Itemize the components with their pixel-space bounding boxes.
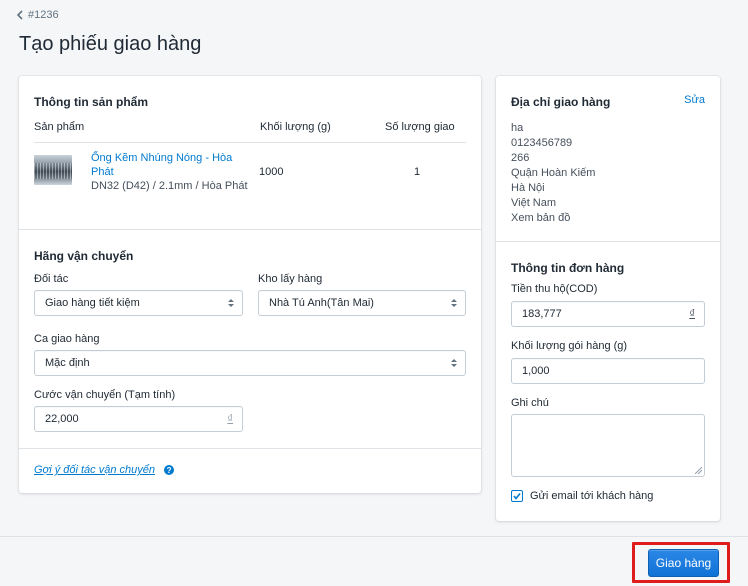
product-section-title: Thông tin sản phẩm xyxy=(34,95,148,109)
column-product: Sản phẩm xyxy=(34,121,85,133)
note-label: Ghi chú xyxy=(511,397,549,409)
column-weight: Khối lượng (g) xyxy=(260,121,331,133)
fee-currency: ₫ xyxy=(227,413,233,425)
chevron-left-icon xyxy=(16,10,23,20)
fee-label: Cước vận chuyển (Tạm tính) xyxy=(34,389,176,401)
package-weight-label: Khối lượng gói hàng (g) xyxy=(511,340,628,352)
warehouse-label: Kho lấy hàng xyxy=(258,273,323,285)
address-line: Việt Nam xyxy=(511,197,557,209)
product-name-line2: Phát xyxy=(91,166,114,178)
product-name-line1: Ống Kẽm Nhúng Nóng - Hòa xyxy=(91,152,233,164)
select-arrows-icon xyxy=(451,299,457,307)
partner-value: Giao hàng tiết kiệm xyxy=(45,297,140,309)
checkmark-icon xyxy=(513,493,521,500)
select-arrows-icon xyxy=(451,359,457,367)
cod-value: 183,777 xyxy=(522,308,562,320)
product-thumbnail xyxy=(34,155,72,185)
resize-handle-icon[interactable] xyxy=(695,467,702,474)
shift-value: Mặc định xyxy=(45,357,90,369)
section-divider xyxy=(496,241,720,242)
address-line: Quận Hoàn Kiếm xyxy=(511,167,596,179)
product-quantity: 1 xyxy=(414,166,421,178)
partner-label: Đối tác xyxy=(34,273,69,285)
cod-input[interactable]: 183,777 ₫ xyxy=(511,301,705,327)
submit-shipment-button[interactable]: Giao hàng xyxy=(648,549,719,577)
page-title: Tạo phiếu giao hàng xyxy=(19,33,202,55)
right-card: Địa chỉ giao hàng Sửa ha 0123456789 266 … xyxy=(496,76,720,521)
product-weight: 1000 xyxy=(259,166,284,178)
back-link[interactable]: #1236 xyxy=(16,9,59,21)
fee-value: 22,000 xyxy=(45,413,79,425)
section-divider xyxy=(19,448,481,449)
package-weight-value: 1,000 xyxy=(522,365,550,377)
footer-divider xyxy=(0,536,748,537)
email-checkbox-label: Gửi email tới khách hàng xyxy=(530,490,654,502)
left-card: Thông tin sản phẩm Sản phẩm Khối lượng (… xyxy=(19,76,481,493)
shift-label: Ca giao hàng xyxy=(34,333,100,345)
warehouse-value: Nhà Tú Anh(Tân Mai) xyxy=(269,297,374,309)
note-textarea[interactable] xyxy=(511,414,705,477)
suggest-partner-row: Gợi ý đối tác vận chuyển ? xyxy=(34,464,175,476)
suggest-partner-link[interactable]: Gợi ý đối tác vận chuyển xyxy=(34,464,155,476)
address-line: Hà Nội xyxy=(511,182,545,194)
product-variant: DN32 (D42) / 2.1mm / Hòa Phát xyxy=(91,180,248,192)
address-line: 266 xyxy=(511,152,530,164)
email-checkbox[interactable] xyxy=(511,490,523,502)
fee-input[interactable]: 22,000 ₫ xyxy=(34,406,243,432)
edit-address-link[interactable]: Sửa xyxy=(684,94,705,106)
address-line: ha xyxy=(511,122,524,134)
cod-label: Tiền thu hộ(COD) xyxy=(511,283,598,295)
column-quantity: Số lượng giao xyxy=(385,121,455,133)
product-name-link[interactable]: Ống Kẽm Nhúng Nóng - Hòa Phát xyxy=(91,151,241,179)
partner-select[interactable]: Giao hàng tiết kiệm xyxy=(34,290,243,316)
table-header-divider xyxy=(34,142,466,143)
section-divider xyxy=(19,229,481,230)
address-line: 0123456789 xyxy=(511,137,573,149)
help-icon[interactable]: ? xyxy=(164,465,175,476)
select-arrows-icon xyxy=(228,299,234,307)
warehouse-select[interactable]: Nhà Tú Anh(Tân Mai) xyxy=(258,290,466,316)
cod-currency: ₫ xyxy=(689,308,695,320)
address-section-title: Địa chỉ giao hàng xyxy=(511,95,611,109)
view-map-link[interactable]: Xem bản đồ xyxy=(511,212,570,224)
shipping-section-title: Hãng vận chuyển xyxy=(34,249,134,263)
shift-select[interactable]: Mặc định xyxy=(34,350,466,376)
package-weight-input[interactable]: 1,000 xyxy=(511,358,705,384)
back-label: #1236 xyxy=(28,9,59,21)
order-section-title: Thông tin đơn hàng xyxy=(511,261,625,275)
